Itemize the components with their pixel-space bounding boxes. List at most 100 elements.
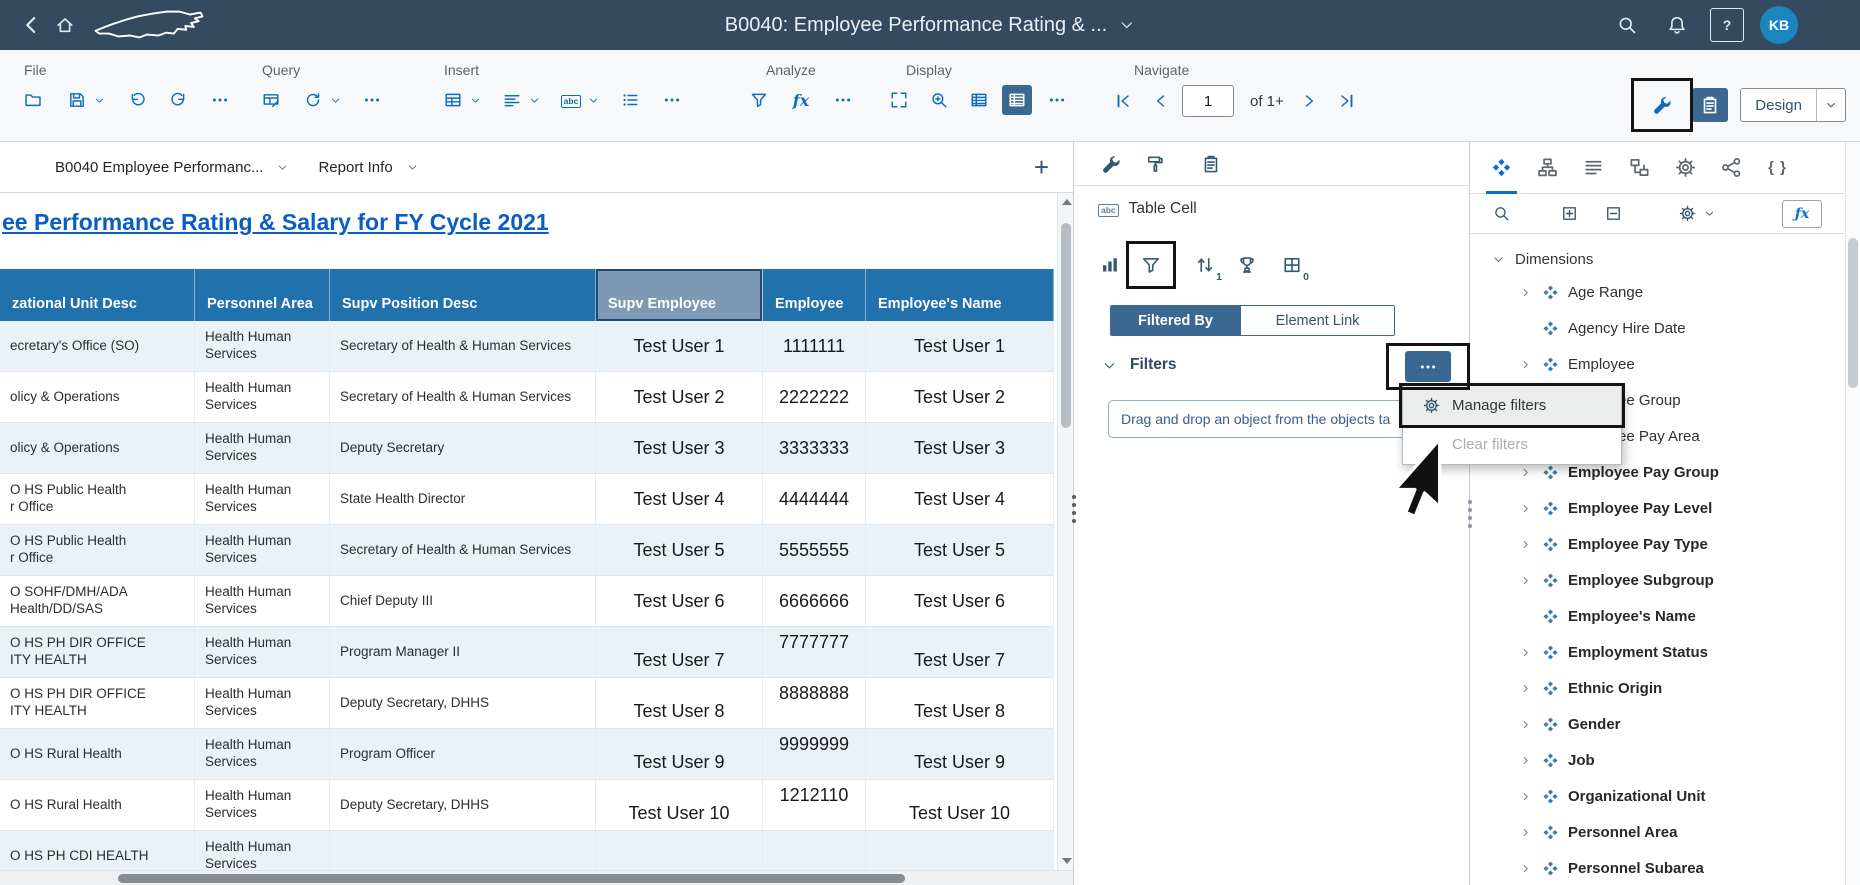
vertical-scrollbar[interactable] <box>1057 193 1073 870</box>
manage-filters-menu-item[interactable]: Manage filters <box>1403 386 1621 425</box>
previous-page-button[interactable] <box>1146 86 1176 116</box>
table-cell[interactable]: Health Human Services <box>195 372 330 423</box>
tab-settings[interactable] <box>1670 142 1701 194</box>
tree-item-personnel-subarea[interactable]: Personnel Subarea <box>1470 850 1860 885</box>
column-header[interactable]: zational Unit Desc <box>0 269 195 321</box>
filter-drop-zone[interactable]: Drag and drop an object from the objects… <box>1108 400 1410 438</box>
table-cell[interactable]: Test User 5 <box>596 525 763 576</box>
object-settings-chevron[interactable] <box>1702 199 1717 229</box>
table-cell[interactable]: 1212110 <box>763 780 866 831</box>
fit-screen-button[interactable] <box>884 85 914 115</box>
analyze-more-button[interactable] <box>828 85 858 115</box>
expand-chevron-icon[interactable] <box>1520 467 1536 478</box>
splitter-grip-right[interactable] <box>1466 500 1474 528</box>
table-cell[interactable]: 7777777 <box>763 627 866 678</box>
last-page-button[interactable] <box>1332 86 1362 116</box>
table-cell[interactable]: Test User 2 <box>866 372 1054 423</box>
tree-root-dimensions[interactable]: Dimensions <box>1470 244 1860 274</box>
table-cell[interactable]: Test User 6 <box>866 576 1054 627</box>
table-cell[interactable]: O HS Rural Health <box>0 729 195 780</box>
expand-chevron-icon[interactable] <box>1520 755 1536 766</box>
expand-chevron-icon[interactable] <box>1520 791 1536 802</box>
table-cell[interactable]: Test User 10 <box>866 780 1054 831</box>
table-cell[interactable]: ecretary's Office (SO) <box>0 321 195 372</box>
expand-chevron-icon[interactable] <box>1520 539 1536 550</box>
tools-button[interactable] <box>1644 88 1680 122</box>
expand-chevron-icon[interactable] <box>1520 863 1536 874</box>
tree-item-age-range[interactable]: Age Range <box>1470 274 1860 310</box>
file-more-button[interactable] <box>205 85 235 115</box>
tree-item-employee-s-name[interactable]: Employee's Name <box>1470 598 1860 634</box>
formula-editor-button[interactable]: ƒx <box>1782 200 1822 228</box>
table-cell[interactable]: olicy & Operations <box>0 372 195 423</box>
column-header[interactable]: Supv Employee <box>596 269 763 321</box>
tab-shared-elements[interactable] <box>1716 142 1747 194</box>
objects-scrollbar[interactable] <box>1845 142 1860 885</box>
table-cell[interactable]: Health Human Services <box>195 423 330 474</box>
object-settings-button[interactable] <box>1672 201 1702 227</box>
expand-chevron-icon[interactable] <box>1520 287 1536 298</box>
collapse-chevron-icon[interactable] <box>1102 358 1118 374</box>
help-button[interactable]: ? <box>1710 8 1744 42</box>
table-cell[interactable]: Test User 2 <box>596 372 763 423</box>
table-cell[interactable]: Health Human Services <box>195 321 330 372</box>
table-cell[interactable]: Test User 6 <box>596 576 763 627</box>
column-header[interactable]: Employee's Name <box>866 269 1054 321</box>
table-cell[interactable]: Test User 5 <box>866 525 1054 576</box>
table-cell[interactable]: Health Human Services <box>195 678 330 729</box>
insert-element-button[interactable] <box>615 85 645 115</box>
table-cell[interactable]: Test User 4 <box>596 474 763 525</box>
sort-button[interactable]: 1 <box>1190 250 1220 280</box>
insert-cell-button[interactable]: abc <box>556 85 586 115</box>
page-mode-button[interactable] <box>1002 85 1032 115</box>
collapse-all-button[interactable] <box>1598 201 1628 227</box>
column-header[interactable]: Personnel Area <box>195 269 330 321</box>
search-objects-button[interactable] <box>1486 201 1516 227</box>
tab-data-structure[interactable] <box>1624 142 1655 194</box>
clear-filters-menu-item[interactable]: Clear filters <box>1403 425 1621 464</box>
tree-item-agency-hire-date[interactable]: Agency Hire Date <box>1470 310 1860 346</box>
tab-available-objects[interactable] <box>1486 142 1517 194</box>
table-cell[interactable]: Test User 8 <box>866 678 1054 729</box>
tab-report-info[interactable]: Report Info <box>318 157 419 177</box>
expand-chevron-icon[interactable] <box>1520 359 1536 370</box>
back-button[interactable] <box>14 8 48 42</box>
refresh-button[interactable] <box>298 85 328 115</box>
table-cell[interactable]: 6666666 <box>763 576 866 627</box>
expand-all-button[interactable] <box>1554 201 1584 227</box>
redo-button[interactable] <box>163 85 193 115</box>
table-cell[interactable]: Program Officer <box>330 729 596 780</box>
collapse-chevron-icon[interactable] <box>1490 244 1506 274</box>
table-cell[interactable]: O HS Public Health r Office <box>0 474 195 525</box>
home-button[interactable] <box>48 8 82 42</box>
table-cell[interactable]: Test User 3 <box>596 423 763 474</box>
table-cell[interactable]: 2222222 <box>763 372 866 423</box>
report-tab-chevron[interactable] <box>275 157 290 177</box>
table-cell[interactable]: 5555555 <box>763 525 866 576</box>
tab-formulas[interactable]: { } <box>1762 142 1793 194</box>
tree-item-ethnic-origin[interactable]: Ethnic Origin <box>1470 670 1860 706</box>
design-mode-chevron[interactable] <box>1816 89 1845 121</box>
insert-cell-chevron[interactable] <box>586 85 601 115</box>
formula-button[interactable]: fx <box>786 85 816 115</box>
insert-table-chevron[interactable] <box>468 85 483 115</box>
expand-chevron-icon[interactable] <box>1520 683 1536 694</box>
vertical-scroll-thumb[interactable] <box>1061 223 1071 428</box>
table-cell[interactable]: 3333333 <box>763 423 866 474</box>
filter-cell-button[interactable] <box>1136 250 1166 280</box>
table-cell[interactable]: Test User 8 <box>596 678 763 729</box>
table-cell[interactable]: 1111111 <box>763 321 866 372</box>
search-button[interactable] <box>1610 8 1644 42</box>
objects-scroll-thumb[interactable] <box>1848 238 1858 388</box>
table-cell[interactable]: O HS Rural Health <box>0 780 195 831</box>
user-avatar[interactable]: KB <box>1760 6 1798 44</box>
table-cell[interactable]: Test User 9 <box>596 729 763 780</box>
table-cell[interactable]: Test User 7 <box>866 627 1054 678</box>
tree-item-employee-subgroup[interactable]: Employee Subgroup <box>1470 562 1860 598</box>
tab-report[interactable]: B0040 Employee Performanc... <box>55 157 290 177</box>
quick-display-button[interactable] <box>964 85 994 115</box>
save-menu-chevron[interactable] <box>92 85 107 115</box>
tree-item-job[interactable]: Job <box>1470 742 1860 778</box>
query-more-button[interactable] <box>357 85 387 115</box>
table-cell[interactable]: Test User 3 <box>866 423 1054 474</box>
